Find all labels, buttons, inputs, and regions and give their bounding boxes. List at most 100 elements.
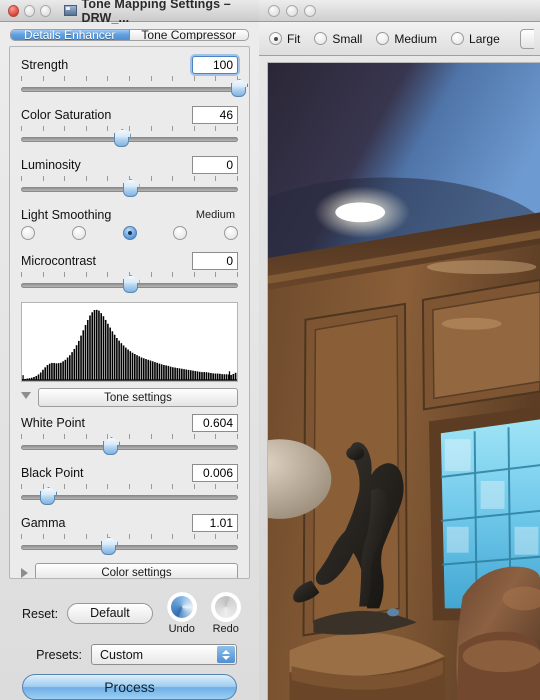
mode-tabs: Details Enhancer Tone Compressor <box>10 29 249 41</box>
luminosity-header: Luminosity 0 <box>21 155 238 174</box>
tone-settings-button[interactable]: Tone settings <box>38 388 238 407</box>
close-button[interactable] <box>8 4 19 17</box>
gamma-track[interactable] <box>21 545 238 550</box>
strength-label: Strength <box>21 57 69 72</box>
window-title: Tone Mapping Settings – DRW_... <box>81 0 231 25</box>
undo-control[interactable]: Undo <box>166 592 197 635</box>
microcontrast-slider[interactable] <box>21 272 238 294</box>
microcontrast-input[interactable]: 0 <box>192 251 238 270</box>
chevron-updown-icon[interactable] <box>217 646 235 663</box>
black-point-thumb[interactable] <box>40 491 56 505</box>
gamma-input[interactable]: 1.01 <box>192 513 238 532</box>
gamma-thumb[interactable] <box>100 541 116 555</box>
default-button[interactable]: Default <box>67 603 153 624</box>
toolbar-overflow-button[interactable] <box>520 28 534 49</box>
light-smoothing-header: Light Smoothing Medium <box>21 205 238 224</box>
color-saturation-input[interactable]: 46 <box>192 105 238 124</box>
microcontrast-label: Microcontrast <box>21 253 97 268</box>
disclosure-triangle-right-icon[interactable] <box>21 567 28 578</box>
disclosure-tone-settings[interactable]: Tone settings <box>21 388 238 407</box>
zoom-button[interactable] <box>304 4 316 17</box>
close-button[interactable] <box>268 4 280 17</box>
white-point-thumb[interactable] <box>102 441 118 455</box>
settings-scroll-panel[interactable]: Strength 100 Color Saturation 46 Luminos… <box>9 46 250 579</box>
light-smoothing-option-1[interactable] <box>21 226 35 240</box>
light-smoothing-value-label: Medium <box>195 208 235 221</box>
histogram-bars <box>22 309 237 381</box>
black-point-label: Black Point <box>21 465 84 480</box>
settings-window-titlebar: Tone Mapping Settings – DRW_... <box>0 0 259 25</box>
preview-toolbar: Fit Small Medium Large <box>259 22 540 56</box>
tone-mapping-settings-window: Tone Mapping Settings – DRW_... Details … <box>0 0 259 700</box>
zoom-option-small[interactable]: Small <box>314 32 362 46</box>
strength-track[interactable] <box>21 87 238 92</box>
radio-small-icon[interactable] <box>314 32 328 45</box>
process-button[interactable]: Process <box>22 674 237 700</box>
luminosity-thumb[interactable] <box>122 183 138 197</box>
tone-mapped-photo-preview[interactable] <box>267 62 540 700</box>
control-black-point: Black Point 0.006 <box>21 463 238 506</box>
color-saturation-slider[interactable] <box>21 126 238 148</box>
color-saturation-label: Color Saturation <box>21 107 112 122</box>
tone-histogram <box>21 302 238 382</box>
microcontrast-thumb[interactable] <box>122 279 138 293</box>
luminosity-input[interactable]: 0 <box>192 155 238 174</box>
document-proxy-icon[interactable] <box>63 5 77 16</box>
black-point-input[interactable]: 0.006 <box>192 463 238 482</box>
light-smoothing-option-4[interactable] <box>173 226 188 240</box>
light-smoothing-option-3[interactable] <box>122 226 137 240</box>
strength-thumb[interactable] <box>231 83 246 97</box>
radio-medium-icon[interactable] <box>376 32 390 45</box>
radio-large-icon[interactable] <box>451 32 465 45</box>
settings-footer: Reset: Default Undo Redo Presets: Custom <box>0 579 259 700</box>
redo-control[interactable]: Redo <box>210 592 241 635</box>
white-point-label: White Point <box>21 415 85 430</box>
reset-row: Reset: Default Undo Redo <box>22 592 241 635</box>
gamma-ticks <box>21 534 238 540</box>
presets-label: Presets: <box>36 647 82 662</box>
zoom-option-large[interactable]: Large <box>451 32 500 46</box>
light-smoothing-radio-group <box>21 226 238 244</box>
strength-input[interactable]: 100 <box>192 55 238 74</box>
zoom-button[interactable] <box>39 4 51 17</box>
zoom-option-medium[interactable]: Medium <box>376 32 437 46</box>
color-settings-button[interactable]: Color settings <box>35 563 238 578</box>
light-smoothing-option-5[interactable] <box>224 226 238 240</box>
disclosure-triangle-down-icon[interactable] <box>21 391 31 404</box>
strength-header: Strength 100 <box>21 55 238 74</box>
presets-dropdown[interactable]: Custom <box>91 644 237 665</box>
strength-slider[interactable] <box>21 76 246 98</box>
luminosity-slider[interactable] <box>21 176 238 198</box>
radio-fit-icon[interactable] <box>269 32 282 45</box>
redo-icon[interactable] <box>210 592 241 622</box>
strength-ticks <box>21 76 238 82</box>
undo-icon[interactable] <box>166 592 197 622</box>
preview-window-titlebar <box>259 0 540 22</box>
gamma-slider[interactable] <box>21 534 238 556</box>
reset-label: Reset: <box>22 606 59 621</box>
white-point-track[interactable] <box>21 445 238 450</box>
control-luminosity: Luminosity 0 <box>21 155 238 198</box>
white-point-input[interactable]: 0.604 <box>192 413 238 432</box>
white-point-slider[interactable] <box>21 434 238 456</box>
color-saturation-thumb[interactable] <box>113 133 129 147</box>
black-point-ticks <box>21 484 238 490</box>
tone-histogram-plot <box>22 309 237 381</box>
tab-details-enhancer[interactable]: Details Enhancer <box>11 30 130 40</box>
preview-scroll-area[interactable] <box>259 56 540 700</box>
luminosity-label: Luminosity <box>21 157 81 172</box>
minimize-button[interactable] <box>286 4 298 17</box>
zoom-option-small-label: Small <box>332 31 363 46</box>
black-point-header: Black Point 0.006 <box>21 463 238 482</box>
disclosure-color-settings[interactable]: Color settings <box>21 563 238 578</box>
color-saturation-track[interactable] <box>21 137 238 142</box>
tab-tone-compressor[interactable]: Tone Compressor <box>130 30 249 40</box>
minimize-button[interactable] <box>23 4 35 17</box>
color-saturation-ticks <box>21 126 238 132</box>
color-saturation-header: Color Saturation 46 <box>21 105 238 124</box>
light-smoothing-option-2[interactable] <box>71 226 86 240</box>
microcontrast-header: Microcontrast 0 <box>21 251 238 270</box>
zoom-option-fit[interactable]: Fit <box>269 32 300 46</box>
black-point-slider[interactable] <box>21 484 238 506</box>
white-point-header: White Point 0.604 <box>21 413 238 432</box>
